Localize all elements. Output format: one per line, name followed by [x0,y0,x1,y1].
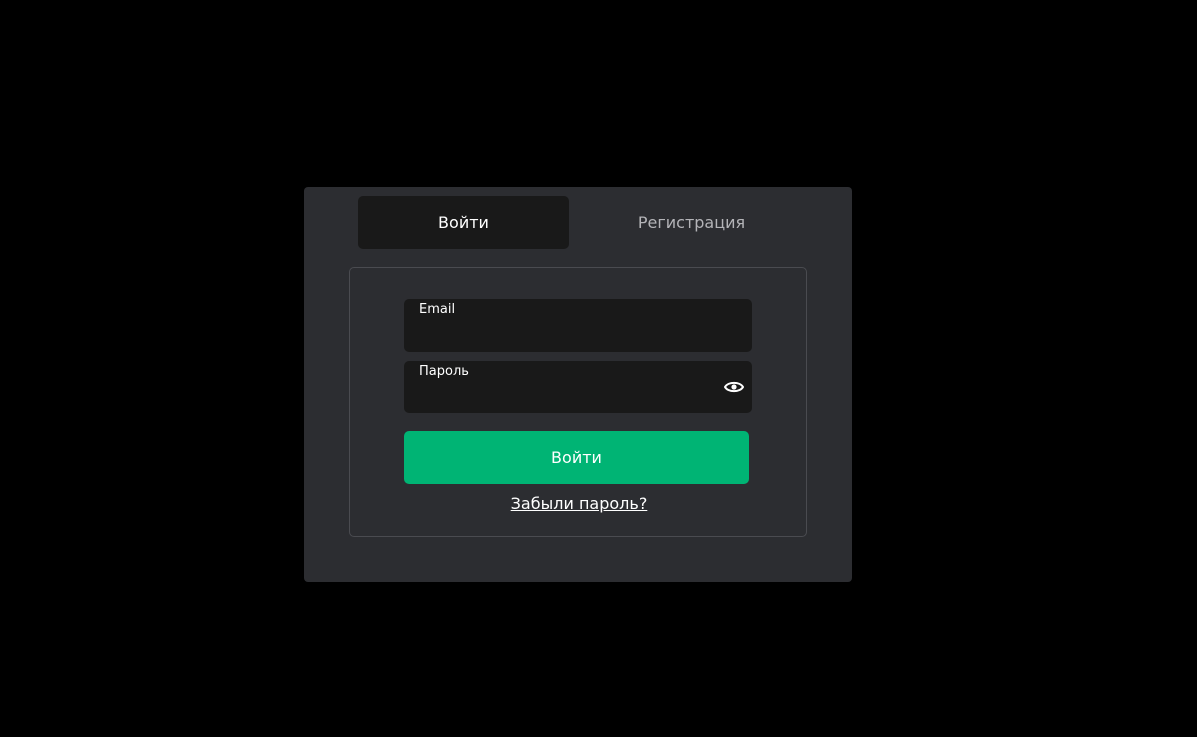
email-field[interactable]: Email [404,299,752,352]
email-label: Email [419,302,456,317]
password-input[interactable] [419,383,709,407]
show-password-button[interactable] [723,378,745,396]
auth-modal: Войти Регистрация Email Пароль Войти Заб… [304,187,852,582]
login-form: Email Пароль Войти Забыли пароль? [349,267,807,537]
eye-icon [724,381,744,393]
email-input[interactable] [419,321,709,345]
login-submit-label: Войти [551,448,602,467]
tab-login[interactable]: Войти [358,196,569,249]
password-field[interactable]: Пароль [404,361,752,413]
password-label: Пароль [419,364,469,379]
tab-login-label: Войти [438,213,489,232]
login-submit-button[interactable]: Войти [404,431,749,484]
forgot-password-link[interactable]: Забыли пароль? [350,494,808,513]
tab-register-label: Регистрация [637,213,746,232]
tab-register[interactable]: Регистрация [586,196,797,249]
